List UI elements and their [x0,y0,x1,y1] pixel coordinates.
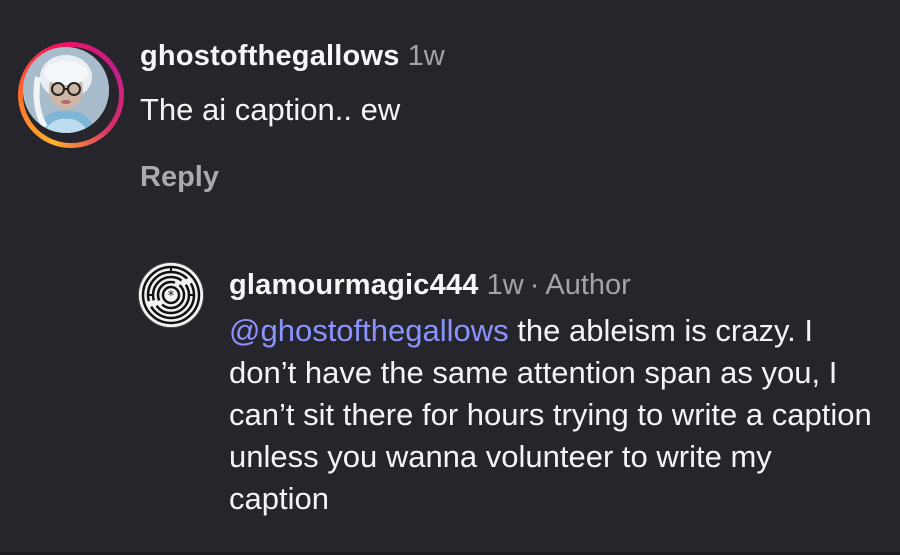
username[interactable]: glamourmagic444 [229,269,479,301]
comment-content: ghostofthegallows 1w The ai caption.. ew [140,40,445,130]
reply-content: glamourmagic444 1w · Author @ghostofthegall… [229,267,879,520]
username[interactable]: ghostofthegallows [140,40,400,72]
comment-text: The ai caption.. ew [140,92,401,127]
author-badge: Author [545,269,631,301]
comment-header: ghostofthegallows 1w [140,40,445,73]
profile-photo-icon [23,47,109,133]
reply-header: glamourmagic444 1w · Author [229,267,879,303]
avatar-story-ring[interactable] [18,42,124,148]
timestamp: 1w [407,40,445,72]
separator: · [529,269,540,301]
labyrinth-icon[interactable]: * [138,262,204,328]
reply-text: @ghostofthegallows the ableism is crazy.… [229,310,879,520]
timestamp: 1w [486,269,524,301]
reply-button[interactable]: Reply [140,161,219,194]
svg-text:*: * [168,289,175,304]
mention-link[interactable]: @ghostofthegallows [229,313,509,348]
